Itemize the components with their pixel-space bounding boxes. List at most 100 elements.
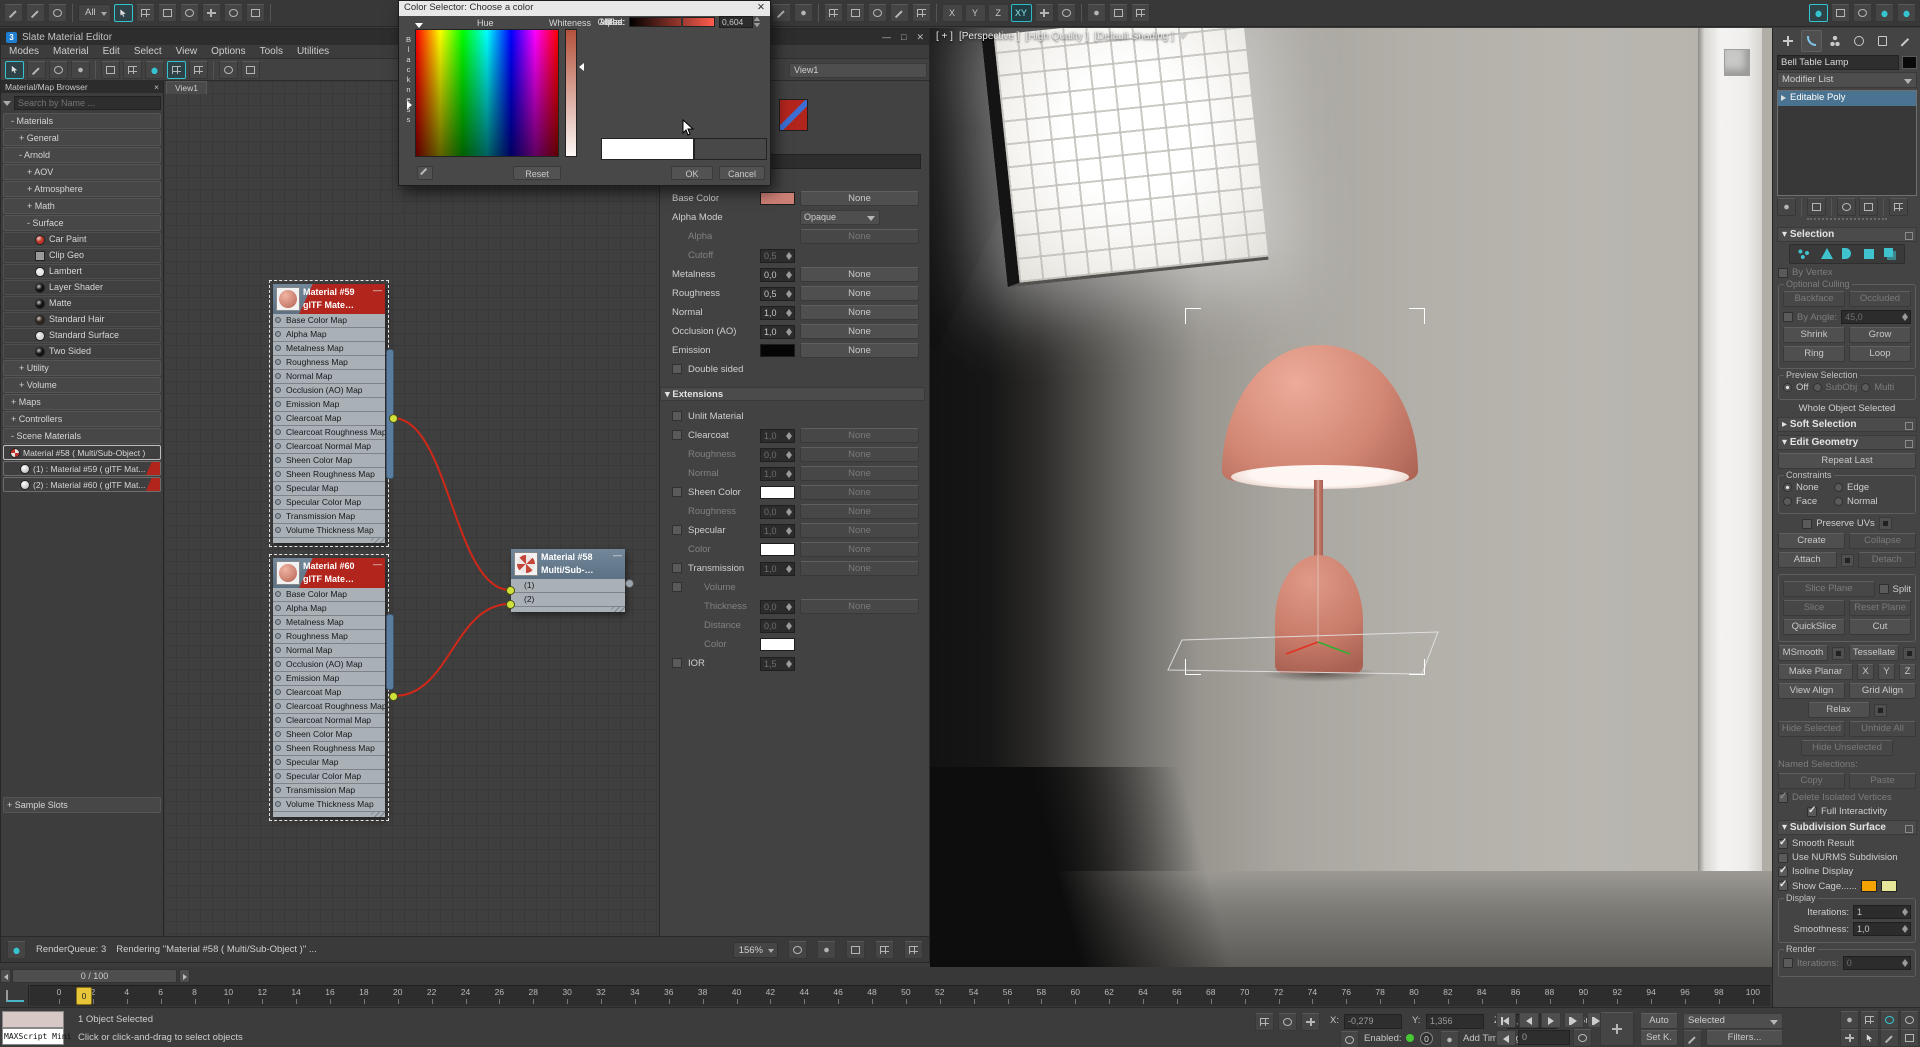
map-button[interactable]: None (800, 191, 919, 206)
show-background-icon[interactable] (167, 61, 186, 79)
viewport-label-token[interactable]: [Perspective ] (959, 31, 1020, 42)
map-button[interactable]: None (800, 485, 919, 500)
axis-constraint-button[interactable]: X (942, 4, 963, 22)
previous-key-button[interactable] (1519, 1012, 1539, 1028)
parameter-checkbox[interactable] (672, 582, 682, 592)
map-input-slot[interactable]: Sheen Color Map (273, 454, 385, 468)
viewcube[interactable] (1724, 49, 1750, 76)
scene-explorer-icon[interactable] (824, 4, 843, 22)
select-by-name-icon[interactable] (136, 4, 155, 22)
map-input-slot[interactable]: Specular Map (273, 756, 385, 770)
node58-output-socket[interactable] (625, 579, 634, 588)
map-input-slot[interactable]: Emission Map (273, 672, 385, 686)
node-collapse-icon[interactable] (373, 285, 382, 295)
browser-tree-item[interactable]: - Materials (3, 113, 161, 129)
value-spinner[interactable]: 1,0 (760, 325, 795, 339)
value-spinner[interactable]: 0,5 (760, 287, 795, 301)
value-spinner[interactable]: 1,5 (760, 657, 795, 671)
menu-item[interactable]: Utilities (297, 46, 329, 57)
select-object-icon[interactable] (114, 4, 133, 22)
constraint-face-radio[interactable] (1783, 497, 1792, 506)
pick-material-icon[interactable] (27, 61, 46, 79)
relax-settings-button[interactable] (1874, 704, 1887, 717)
material-58-node[interactable]: Material #58 Multi/Sub-… (1) (511, 549, 625, 612)
value-spinner[interactable]: 1,0 (760, 467, 795, 481)
isoline-display-checkbox[interactable] (1778, 867, 1788, 877)
constraint-none-radio[interactable] (1783, 483, 1792, 492)
map-input-slot[interactable]: Base Color Map (273, 314, 385, 328)
hide-selected-button[interactable]: Hide Selected (1778, 721, 1845, 737)
tab-modify[interactable] (1801, 30, 1823, 52)
tab-hierarchy[interactable] (1824, 30, 1846, 52)
map-button[interactable]: None (800, 324, 919, 339)
map-button[interactable]: None (800, 561, 919, 576)
scene-material-item[interactable]: Material #58 ( Multi/Sub-Object ) (3, 445, 161, 460)
node-resize-footer[interactable] (273, 538, 385, 543)
attach-settings-button[interactable] (1841, 554, 1854, 567)
modifier-stack[interactable]: Editable Poly (1777, 90, 1917, 196)
axis-constraint-button[interactable]: Y (965, 4, 986, 22)
key-mode-toggle-icon[interactable] (1573, 1029, 1592, 1047)
browser-tree-item[interactable]: Matte (3, 296, 161, 311)
curves-icon[interactable] (1683, 1030, 1702, 1047)
select-and-rotate-icon[interactable] (224, 4, 243, 22)
value-spinner[interactable]: 0,0 (760, 619, 795, 633)
slot-socket[interactable] (275, 703, 281, 709)
show-end-result-icon[interactable] (1807, 198, 1826, 216)
mirror-icon[interactable] (772, 4, 791, 22)
notification-count-badge[interactable]: 0 (1420, 1032, 1433, 1045)
rollout-soft-selection[interactable]: Soft Selection (1777, 417, 1917, 432)
sample-slots-category[interactable]: + Sample Slots (3, 797, 161, 813)
rendered-frame-window-icon[interactable] (1853, 4, 1872, 22)
node-header[interactable]: Material #58 Multi/Sub-… (511, 549, 625, 579)
map-input-slot[interactable]: Base Color Map (273, 588, 385, 602)
slot-socket[interactable] (275, 373, 281, 379)
slot-socket[interactable] (275, 591, 281, 597)
browser-tree-item[interactable]: - Scene Materials (3, 428, 161, 444)
map-input-slot[interactable]: Emission Map (273, 398, 385, 412)
stack-item-editable-poly[interactable]: Editable Poly (1778, 91, 1916, 106)
align-icon[interactable] (794, 4, 813, 22)
slot-socket[interactable] (275, 619, 281, 625)
by-vertex-checkbox[interactable] (1778, 268, 1788, 278)
axis-constraint-button[interactable]: Z (988, 4, 1009, 22)
browser-tree-item[interactable]: + Math (3, 198, 161, 214)
make-planar-button[interactable]: Make Planar (1778, 664, 1853, 680)
field-of-view-icon[interactable] (1880, 1029, 1899, 1047)
map-input-slot[interactable]: Transmission Map (273, 784, 385, 798)
slot-socket[interactable] (275, 633, 281, 639)
set-keys-button[interactable] (1600, 1012, 1634, 1046)
viewport-label-token[interactable]: [High Quality ] (1026, 31, 1089, 42)
schematic-view-icon[interactable] (912, 4, 931, 22)
full-interactivity-checkbox[interactable] (1807, 807, 1817, 817)
hue-blackness-picker[interactable] (415, 29, 559, 157)
slot-socket[interactable] (275, 387, 281, 393)
detach-button[interactable]: Detach (1858, 552, 1917, 568)
browser-tree-item[interactable]: Layer Shader (3, 280, 161, 295)
browser-options-icon[interactable] (3, 101, 11, 106)
by-angle-checkbox[interactable] (1783, 312, 1793, 322)
slot-socket[interactable] (275, 443, 281, 449)
dialog-close-icon[interactable] (757, 2, 765, 15)
blackness-marker[interactable] (407, 101, 412, 109)
reset-plane-button[interactable]: Reset Plane (1849, 600, 1911, 616)
render-production-icon[interactable] (1875, 4, 1894, 22)
node-header[interactable]: Material #59 glTF Mate… (273, 284, 385, 314)
hsv-spinner[interactable] (753, 16, 762, 28)
slot-socket[interactable] (275, 485, 281, 491)
current-frame-field[interactable]: 0 (1518, 1030, 1570, 1045)
dialog-title-bar[interactable]: Color Selector: Choose a color (399, 1, 770, 16)
value-spinner[interactable]: 0,0 (760, 268, 795, 282)
map-button[interactable]: None (800, 466, 919, 481)
value-spinner[interactable]: 0,0 (760, 600, 795, 614)
zoom-region-icon[interactable] (846, 941, 865, 959)
alpha-mode-dropdown[interactable]: Opaque (800, 210, 880, 225)
render-iterative-icon[interactable] (1897, 4, 1916, 22)
split-checkbox[interactable] (1879, 584, 1889, 594)
map-input-slot[interactable]: Normal Map (273, 644, 385, 658)
orbit-icon[interactable] (1860, 1029, 1879, 1047)
map-button[interactable]: None (800, 523, 919, 538)
parameter-checkbox[interactable] (672, 430, 682, 440)
curve-editor-icon[interactable] (890, 4, 909, 22)
cage-selected-color-swatch[interactable] (1881, 880, 1897, 892)
